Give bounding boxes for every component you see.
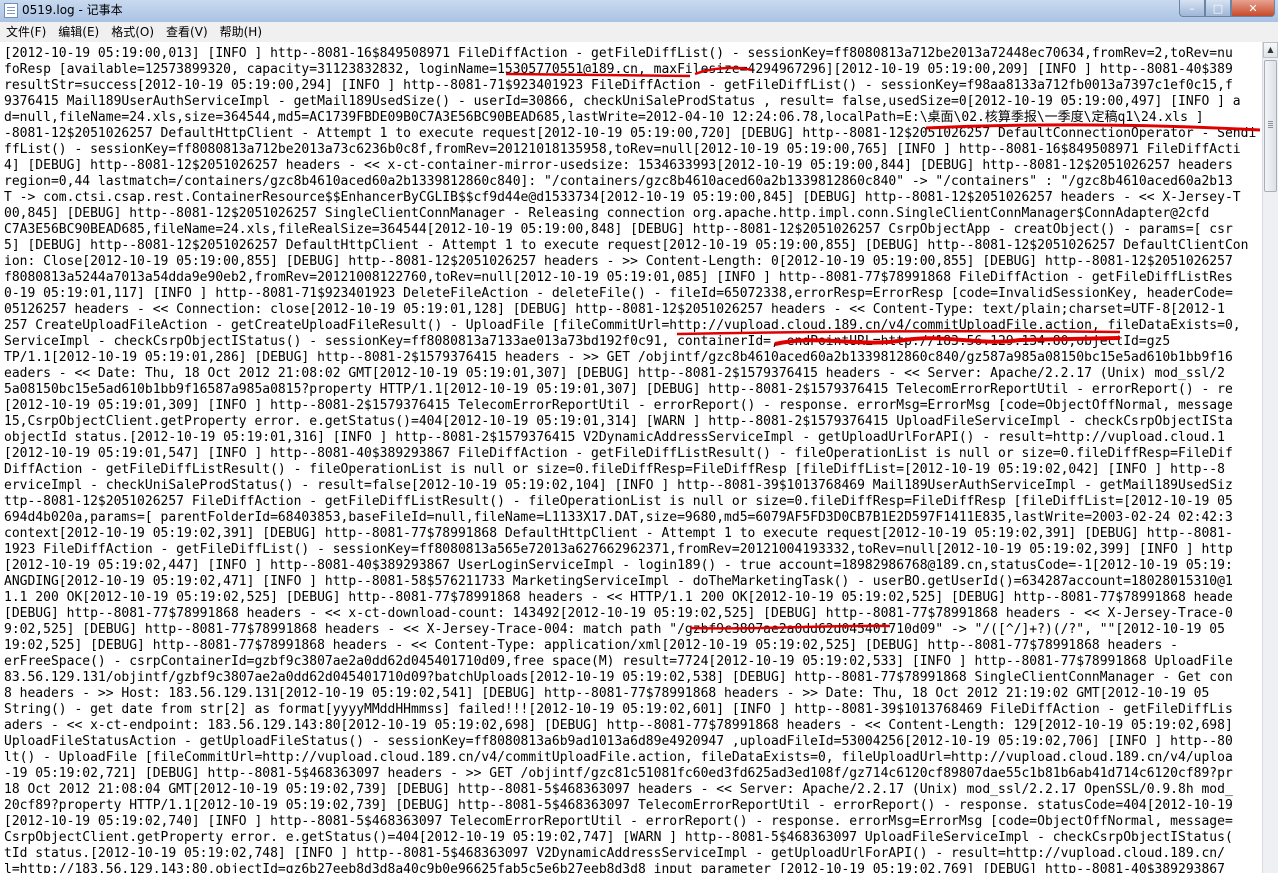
text-line: eaders - << Date: Thu, 18 Oct 2012 21:08… xyxy=(4,366,1225,381)
text-line: tId status.[2012-10-19 05:19:02,748] [IN… xyxy=(4,846,1225,861)
text-line: f8080813a5244a7013a54dda9e90eb2,fromRev=… xyxy=(4,270,1233,285)
menu-file[interactable]: 文件(F) xyxy=(0,22,52,42)
menu-format[interactable]: 格式(O) xyxy=(105,22,160,42)
text-line: [2012-10-19 05:19:02,447] [INFO ] http--… xyxy=(4,558,1233,573)
text-line: ANGDING[2012-10-19 05:19:02,471] [INFO ]… xyxy=(4,574,1233,589)
text-line: 5a08150bc15e5ad610b1bb9f16587a985a0815?p… xyxy=(4,382,1233,397)
text-line: 18 Oct 2012 21:08:04 GMT[2012-10-19 05:1… xyxy=(4,782,1233,797)
vertical-scrollbar[interactable]: ▲ xyxy=(1262,42,1278,873)
text-line: 00,845] [DEBUG] http--8081-12$2051026257… xyxy=(4,206,1210,221)
close-button[interactable]: ✕ xyxy=(1231,0,1275,17)
text-line: CsrpObjectClient.getProperty error. e.ge… xyxy=(4,830,1233,845)
scrollbar-thumb[interactable] xyxy=(1264,60,1277,192)
menu-help[interactable]: 帮助(H) xyxy=(214,22,268,42)
text-line: l=http://183.56.129.143:80,objectId=gz6b… xyxy=(4,862,1225,873)
text-line: DiffAction - getFileDiffListResult() - f… xyxy=(4,462,1225,477)
text-line: T -> com.ctsi.csap.rest.ContainerResourc… xyxy=(4,190,1241,205)
text-line: 4] [DEBUG] http--8081-12$2051026257 head… xyxy=(4,158,1233,173)
text-line: String() - get date from str[2] as forma… xyxy=(4,702,1233,717)
text-line: objectId status.[2012-10-19 05:19:01,316… xyxy=(4,430,1225,445)
text-line: lt() - UploadFile [fileCommitUrl=http://… xyxy=(4,750,1233,765)
notepad-window: 0519.log - 记事本 – □ ✕ 文件(F) 编辑(E) 格式(O) 查… xyxy=(0,0,1278,873)
text-line: TP/1.1[2012-10-19 05:19:01,286] [DEBUG] … xyxy=(4,350,1233,365)
text-line: 1.1 200 OK[2012-10-19 05:19:02,525] [DEB… xyxy=(4,590,1233,605)
text-line: 15,CsrpObjectClient.getProperty error. e… xyxy=(4,414,1233,429)
caption-buttons: – □ ✕ xyxy=(1179,0,1275,18)
text-line: 0-19 05:19:01,117] [INFO ] http--8081-71… xyxy=(4,286,1233,301)
text-line: 694d4b020a,params=[ parentFolderId=68403… xyxy=(4,510,1233,525)
text-line: 257 CreateUploadFileAction - getCreateUp… xyxy=(4,318,1241,333)
text-line: ttp--8081-12$2051026257 FileDiffAction -… xyxy=(4,494,1233,509)
text-line: 9:02,525] [DEBUG] http--8081-77$78991868… xyxy=(4,622,1225,637)
text-line: foResp [available=12573899320, capacity=… xyxy=(4,62,1233,77)
title-bar[interactable]: 0519.log - 记事本 – □ ✕ xyxy=(0,0,1278,23)
text-line: [2012-10-19 05:19:01,547] [INFO ] http--… xyxy=(4,446,1233,461)
text-line: 8 headers - >> Host: 183.56.129.131[2012… xyxy=(4,686,1210,701)
text-line: ServiceImpl - checkCsrpObjectIStatus() -… xyxy=(4,334,1171,349)
text-line: [2012-10-19 05:19:00,013] [INFO ] http--… xyxy=(4,46,1233,61)
text-line: C7A3E56BC90BEAD685,fileName=24.xls,fileR… xyxy=(4,222,1233,237)
text-line: 19:02,525] [DEBUG] http--8081-77$7899186… xyxy=(4,638,1178,653)
minimize-button[interactable]: – xyxy=(1179,0,1205,17)
text-line: [2012-10-19 05:19:01,309] [INFO ] http--… xyxy=(4,398,1233,413)
text-line: 9376415 Mail189UserAuthServiceImpl - get… xyxy=(4,94,1241,109)
text-line: [2012-10-19 05:19:02,740] [INFO ] http--… xyxy=(4,814,1233,829)
scroll-up-arrow[interactable]: ▲ xyxy=(1263,42,1278,58)
text-line: erviceImpl - checkUniSaleProdStatus() - … xyxy=(4,478,1233,493)
text-line: resultStr=success[2012-10-19 05:19:00,29… xyxy=(4,78,1233,93)
text-line: 20cf89?property HTTP/1.1[2012-10-19 05:1… xyxy=(4,798,1233,813)
window-title: 0519.log - 记事本 xyxy=(22,3,123,17)
text-line: ion: Close[2012-10-19 05:19:00,855] [DEB… xyxy=(4,254,1233,269)
text-line: UploadFileStatusAction - getUploadFileSt… xyxy=(4,734,1233,749)
text-line: ffList() - sessionKey=ff8080813a712be201… xyxy=(4,142,1241,157)
text-line: [DEBUG] http--8081-77$78991868 headers -… xyxy=(4,606,1233,621)
text-line: 1923 FileDiffAction - getFileDiffList() … xyxy=(4,542,1233,557)
text-line: context[2012-10-19 05:19:02,391] [DEBUG]… xyxy=(4,526,1233,541)
text-line: 5] [DEBUG] http--8081-12$2051026257 Defa… xyxy=(4,238,1249,253)
text-line: -19 05:19:02,721] [DEBUG] http--8081-5$4… xyxy=(4,766,1233,781)
maximize-button[interactable]: □ xyxy=(1205,0,1231,17)
text-line: -8081-12$2051026257 DefaultHttpClient - … xyxy=(4,126,1257,141)
menu-view[interactable]: 查看(V) xyxy=(160,22,214,42)
text-editor-area[interactable]: [2012-10-19 05:19:00,013] [INFO ] http--… xyxy=(0,42,1262,873)
text-line: aders - << x-ct-endpoint: 183.56.129.143… xyxy=(4,718,1233,733)
text-line: erFreeSpace() - csrpContainerId=gzbf9c38… xyxy=(4,654,1233,669)
notepad-icon xyxy=(4,3,18,18)
text-line: 83.56.129.131/objintf/gzbf9c3807ae2a0dd6… xyxy=(4,670,1233,685)
text-line: d=null,fileName=24.xls,size=364544,md5=A… xyxy=(4,110,1204,125)
menu-edit[interactable]: 编辑(E) xyxy=(52,22,105,42)
scrollbar-grip-icon xyxy=(1268,121,1273,122)
text-line: 05126257 headers - << Connection: close[… xyxy=(4,302,1225,317)
menu-bar: 文件(F) 编辑(E) 格式(O) 查看(V) 帮助(H) xyxy=(0,22,1278,43)
text-line: region=0,44 lastmatch=/containers/gzc8b4… xyxy=(4,174,1233,189)
